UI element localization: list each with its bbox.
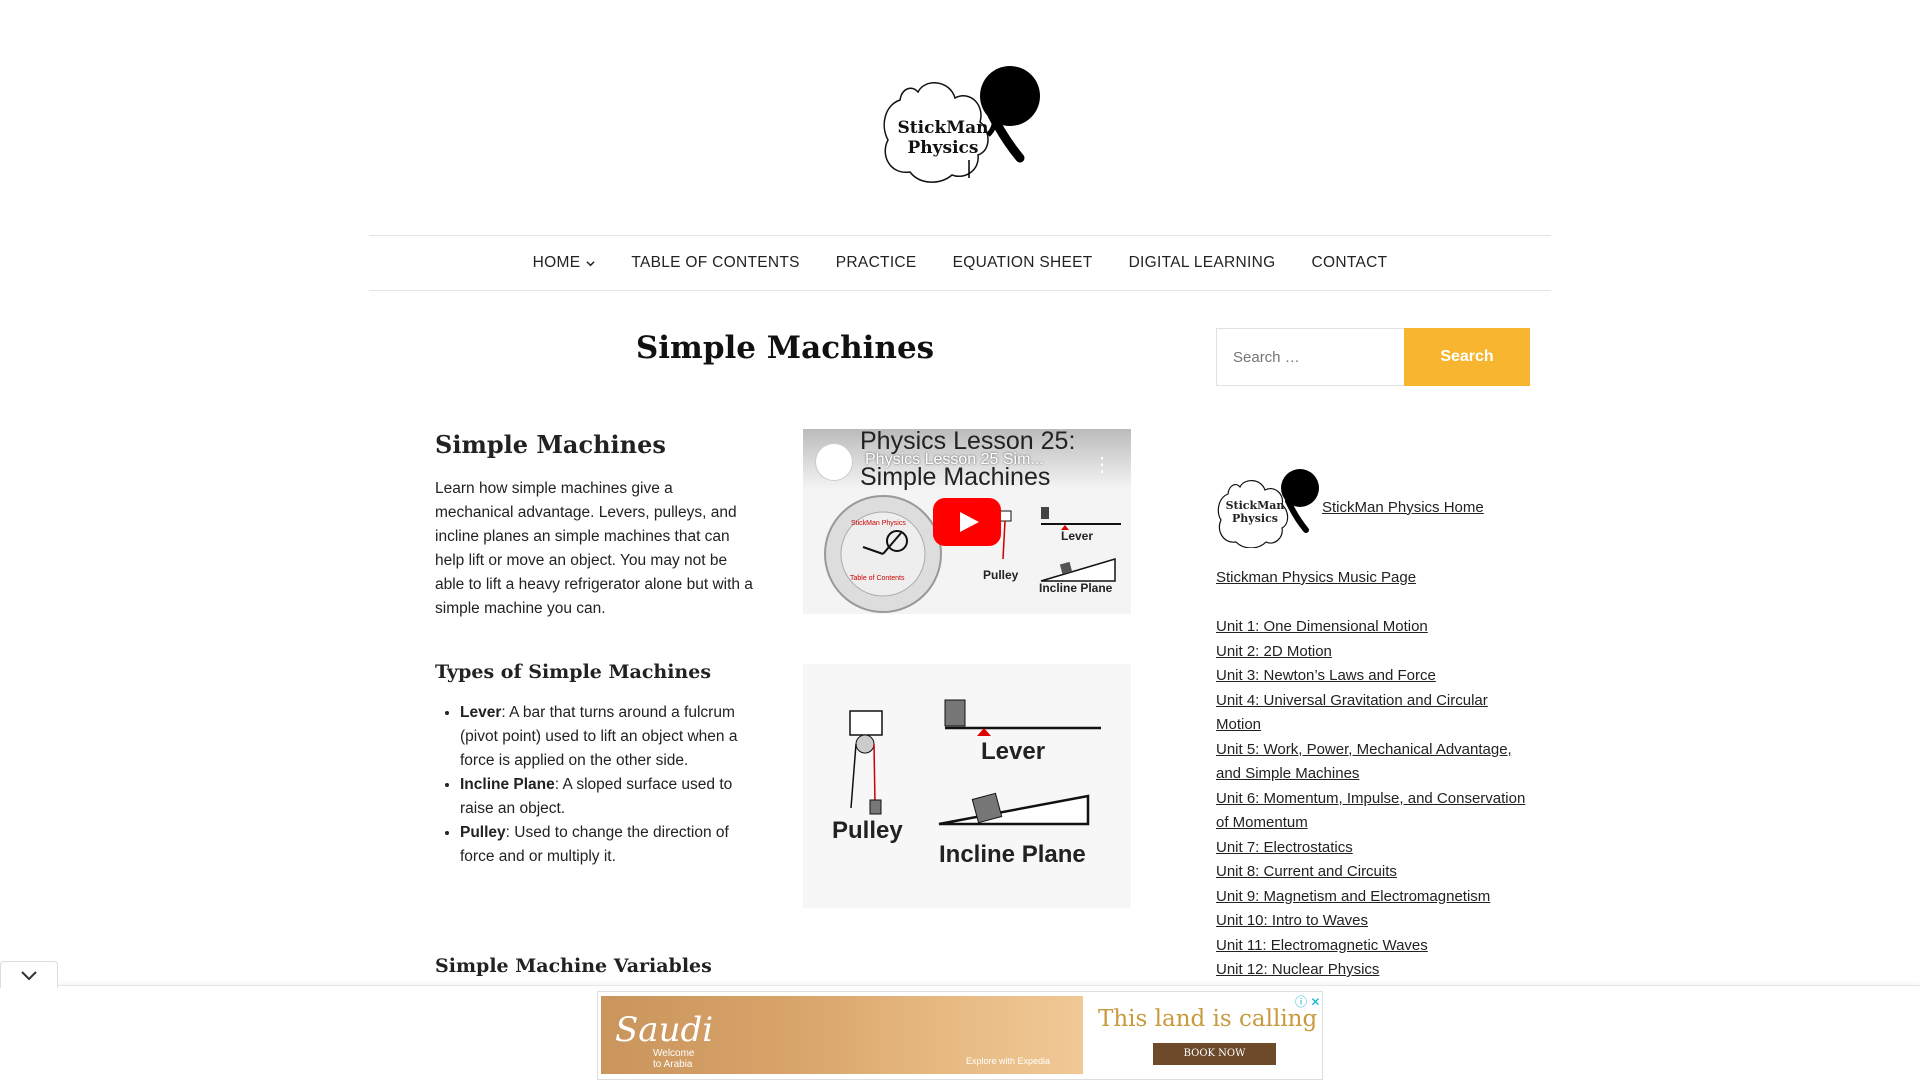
ad-collapse-toggle[interactable] <box>0 961 58 988</box>
unit-link[interactable]: Unit 8: Current and Circuits <box>1216 860 1536 885</box>
list-item: Incline Plane: A sloped surface used to … <box>460 773 755 821</box>
illus-label-incline: Incline Plane <box>939 841 1086 868</box>
list-item: Pulley: Used to change the direction of … <box>460 821 755 869</box>
unit-link[interactable]: Unit 7: Electrostatics <box>1216 836 1536 861</box>
chevron-down-icon[interactable] <box>586 259 595 268</box>
video-wheel-center: Table of Contents <box>850 575 905 582</box>
section-heading: Simple Machines <box>435 430 666 459</box>
list-item: Lever: A bar that turns around a fulcrum… <box>460 701 755 773</box>
article-content: Simple Machines Learn how simple machine… <box>435 430 755 977</box>
nav-item-table-of-contents[interactable]: TABLE OF CONTENTS <box>631 254 799 272</box>
variables-heading: Simple Machine Variables <box>435 955 712 977</box>
advertisement[interactable]: Saudi Welcome to Arabia Explore with Exp… <box>597 991 1323 1080</box>
simple-machines-illustration: Lever Pulley Incline Plane <box>803 664 1131 908</box>
sidebar-logo[interactable]: StickMan Physics <box>1216 466 1320 549</box>
search-button[interactable]: Search <box>1404 328 1530 386</box>
nav-item-home[interactable]: HOME <box>533 254 596 272</box>
unit-link[interactable]: Unit 2: 2D Motion <box>1216 640 1536 665</box>
unit-link[interactable]: Unit 10: Intro to Waves <box>1216 909 1536 934</box>
unit-link[interactable]: Unit 6: Momentum, Impulse, and Conservat… <box>1216 787 1536 836</box>
video-label-incline: Incline Plane <box>1039 581 1113 595</box>
ad-brand: Saudi <box>615 1010 714 1050</box>
illus-label-lever: Lever <box>981 738 1046 765</box>
ad-info-close-icon[interactable]: ⓘ ✕ <box>1295 993 1320 1010</box>
video-label-pulley: Pulley <box>983 568 1019 582</box>
sidebar-home: StickMan Physics StickMan Physics Home <box>1216 466 1484 549</box>
video-wheel-label: StickMan Physics <box>851 520 906 527</box>
ad-brand-sub: Welcome to Arabia <box>653 1048 695 1070</box>
main-nav: HOME TABLE OF CONTENTS PRACTICE EQUATION… <box>369 235 1551 291</box>
unit-link[interactable]: Unit 3: Newton’s Laws and Force <box>1216 664 1536 689</box>
unit-link[interactable]: Unit 12: Nuclear Physics <box>1216 958 1536 983</box>
types-heading: Types of Simple Machines <box>435 661 712 683</box>
nav-item-equation-sheet[interactable]: EQUATION SHEET <box>953 254 1093 272</box>
sidebar-logo-text: StickMan Physics <box>1225 499 1285 525</box>
logo-text: StickMan Physics <box>897 118 989 158</box>
channel-avatar[interactable] <box>815 443 853 481</box>
ad-partner: Explore with Expedia <box>966 1056 1051 1066</box>
site-logo[interactable]: StickMan Physics <box>880 60 1045 190</box>
page-title: Simple Machines <box>635 330 935 366</box>
ad-image: Saudi Welcome to Arabia Explore with Exp… <box>601 996 1083 1074</box>
nav-item-digital-learning[interactable]: DIGITAL LEARNING <box>1129 254 1276 272</box>
search-form: Search <box>1216 328 1530 386</box>
types-list: Lever: A bar that turns around a fulcrum… <box>460 701 755 869</box>
illus-label-pulley: Pulley <box>832 817 903 844</box>
unit-link[interactable]: Unit 5: Work, Power, Mechanical Advantag… <box>1216 738 1536 787</box>
video-title-link[interactable]: Physics Lesson 25 Sim... <box>865 451 1044 469</box>
ad-headline: This land is calling <box>1098 1006 1318 1032</box>
chevron-down-icon <box>21 971 37 981</box>
unit-link[interactable]: Unit 9: Magnetism and Electromagnetism <box>1216 885 1536 910</box>
music-page-link[interactable]: Stickman Physics Music Page <box>1216 569 1416 586</box>
intro-paragraph: Learn how simple machines give a mechani… <box>435 480 753 617</box>
unit-link[interactable]: Unit 4: Universal Gravitation and Circul… <box>1216 689 1536 738</box>
video-embed[interactable]: StickMan Physics Table of Contents Lever… <box>803 429 1131 614</box>
search-input[interactable] <box>1216 328 1404 386</box>
home-link[interactable]: StickMan Physics Home <box>1322 499 1484 516</box>
play-button[interactable] <box>933 498 1001 546</box>
more-options-icon[interactable]: ⋮ <box>1092 452 1112 477</box>
nav-item-contact[interactable]: CONTACT <box>1311 254 1387 272</box>
ad-book-now-button[interactable]: BOOK NOW <box>1153 1043 1276 1065</box>
machines-diagram <box>849 699 1101 826</box>
units-list: Unit 1: One Dimensional Motion Unit 2: 2… <box>1216 615 1536 983</box>
unit-link[interactable]: Unit 11: Electromagnetic Waves <box>1216 934 1536 959</box>
video-label-lever: Lever <box>1061 529 1094 543</box>
nav-item-practice[interactable]: PRACTICE <box>836 254 917 272</box>
unit-link[interactable]: Unit 1: One Dimensional Motion <box>1216 615 1536 640</box>
